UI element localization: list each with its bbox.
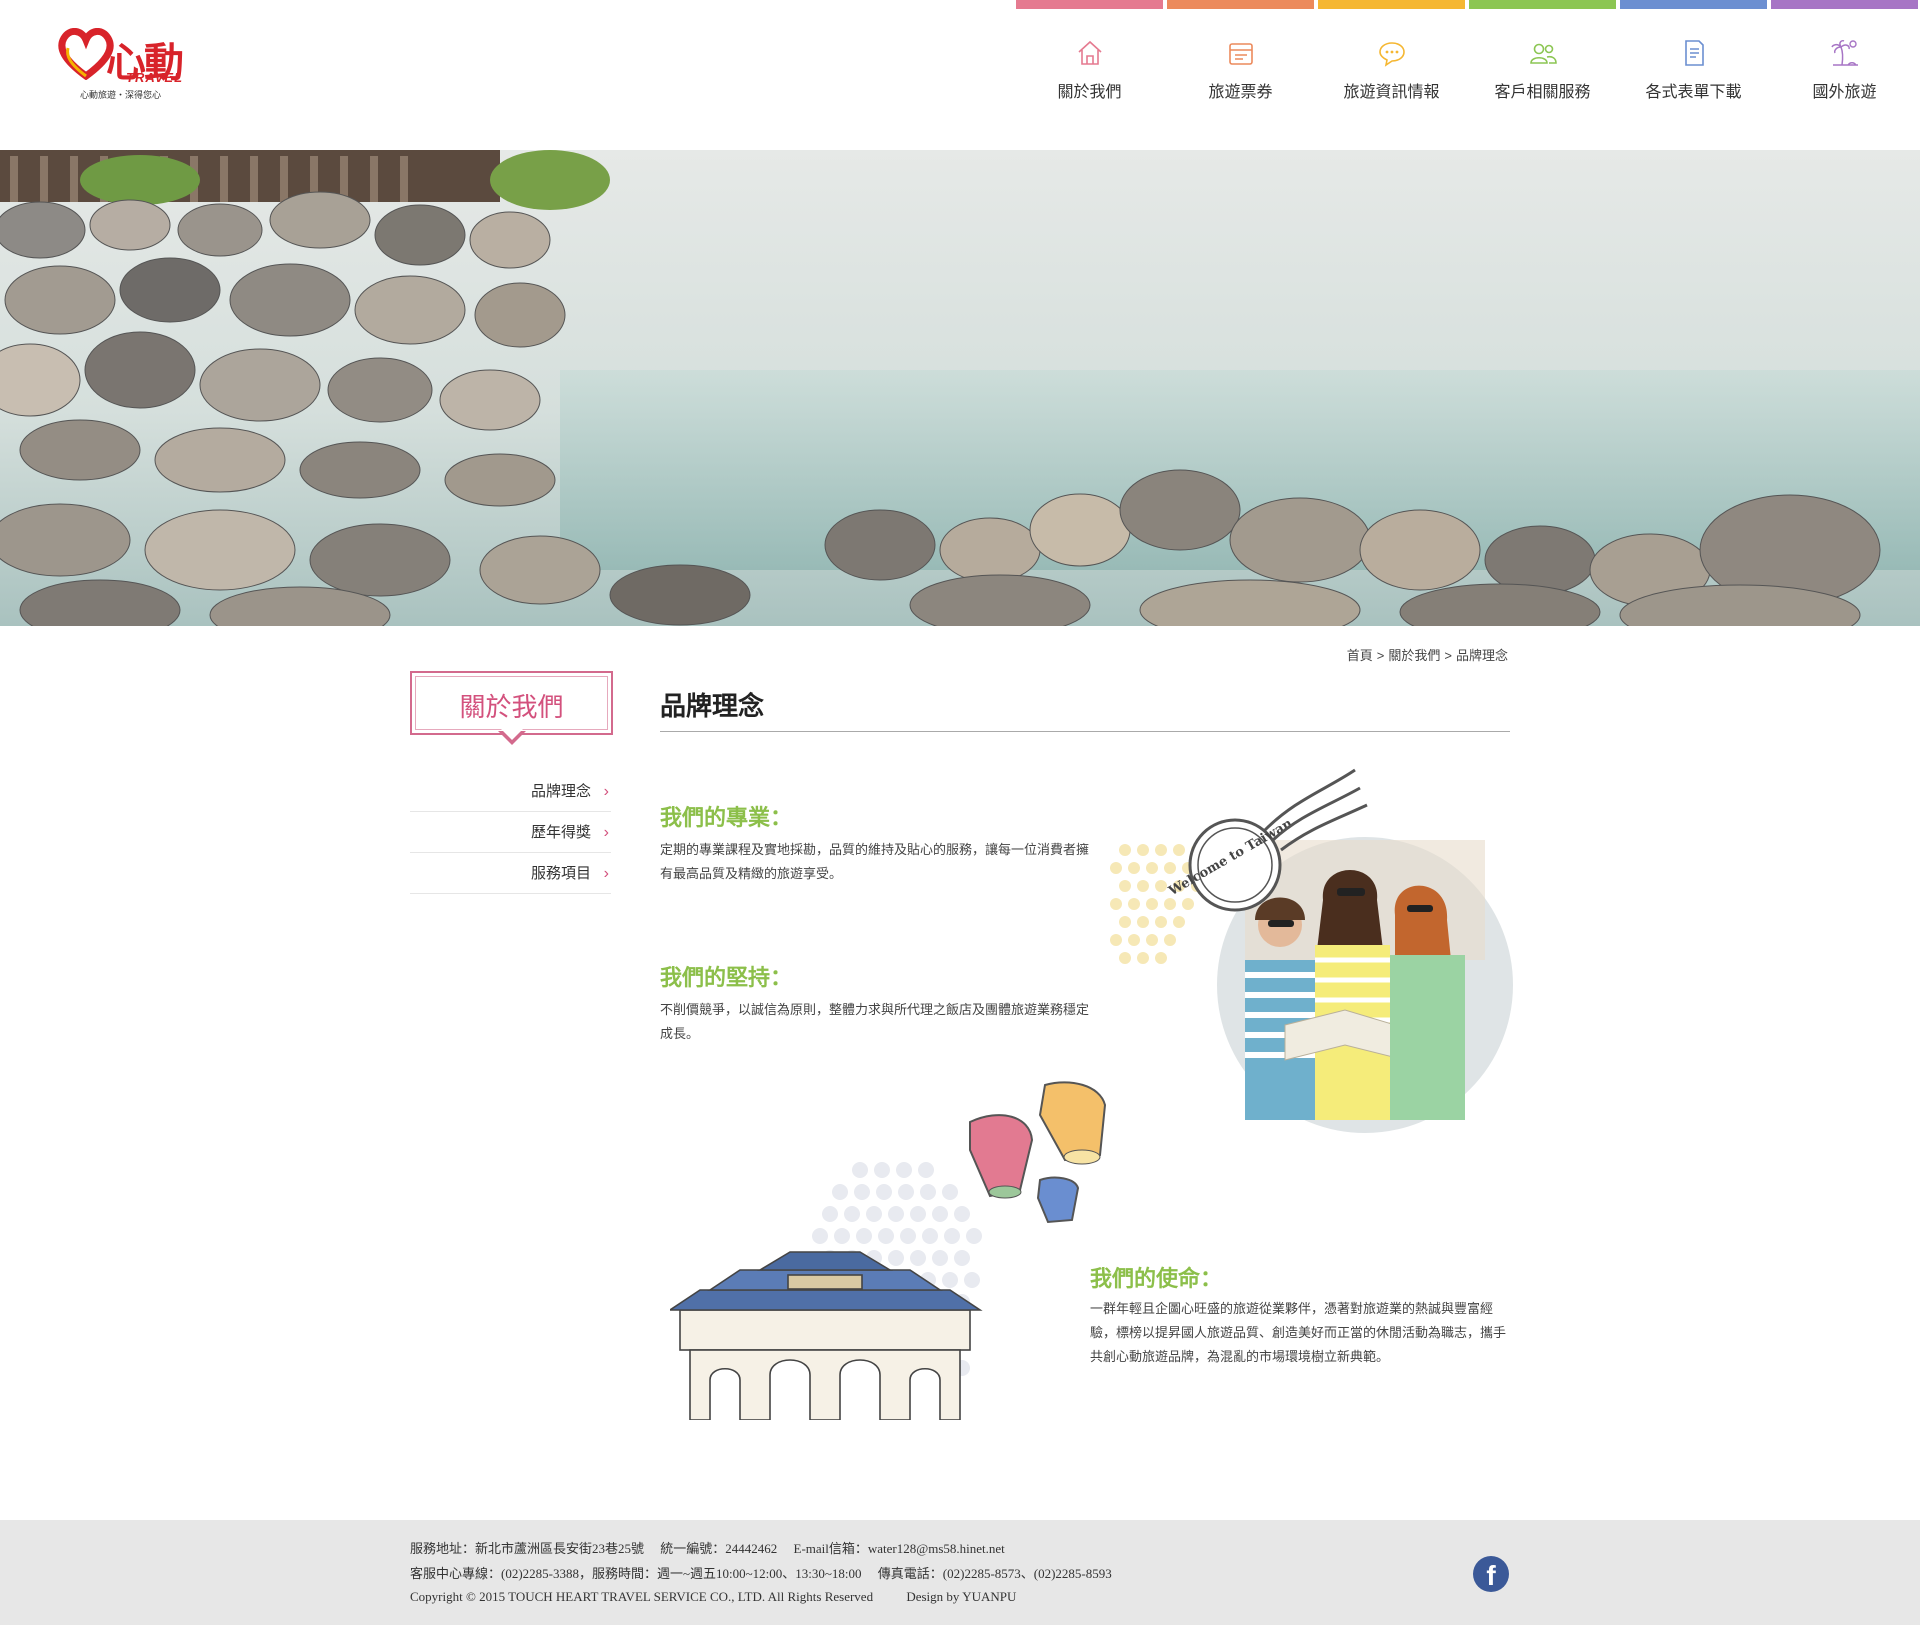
footer-copyright: Copyright © 2015 TOUCH HEART TRAVEL SERV… <box>410 1589 1016 1605</box>
sidebar-menu: 品牌理念 › 歷年得獎 › 服務項目 › <box>410 771 611 894</box>
logo-slogan: 心動旅遊・深得您心 <box>80 90 162 100</box>
nav-color-bar <box>1771 0 1918 9</box>
title-divider <box>660 731 1510 732</box>
main-nav: 關於我們 旅遊票券 旅遊資訊情報 客戶相關服務 各式表單下載 國外旅遊 <box>1014 0 1920 110</box>
section-body-expertise: 定期的專業課程及實地採勘，品質的維持及貼心的服務，讓每一位消費者擁有最高品質及精… <box>660 842 1090 881</box>
nav-label: 各式表單下載 <box>1645 84 1742 101</box>
nav-item-tickets[interactable]: 旅遊票券 <box>1165 0 1316 110</box>
breadcrumb-current: 品牌理念 <box>1455 648 1508 663</box>
breadcrumb-parent-link[interactable]: 關於我們 <box>1388 648 1440 663</box>
sidebar-title-pointer <box>498 729 526 745</box>
nav-color-bar <box>1016 0 1163 9</box>
chat-bubble-icon <box>1378 42 1405 67</box>
nav-color-bar <box>1620 0 1767 9</box>
nav-item-forms[interactable]: 各式表單下載 <box>1618 0 1769 110</box>
sidebar-title: 關於我們 <box>459 693 564 723</box>
breadcrumb-home-link[interactable]: 首頁 <box>1347 648 1373 663</box>
nav-item-travel-info[interactable]: 旅遊資訊情報 <box>1316 0 1467 110</box>
nav-item-customer-service[interactable]: 客戶相關服務 <box>1467 0 1618 110</box>
hero-banner <box>0 150 1920 626</box>
nav-item-overseas[interactable]: 國外旅遊 <box>1769 0 1920 110</box>
nav-label: 關於我們 <box>1057 84 1122 101</box>
hot-spring-banner-image <box>0 150 1920 626</box>
tourists-photo-illustration: Welcome to Taiwan <box>1110 768 1515 1137</box>
design-credit[interactable]: Design by YUANPU <box>906 1589 1016 1604</box>
logo-travel-text: TRAVEL <box>126 70 184 85</box>
sidebar-item-brand-philosophy[interactable]: 品牌理念 › <box>410 771 611 812</box>
nav-color-bar <box>1167 0 1314 9</box>
taiwan-gate-lanterns-illustration <box>670 1081 1107 1420</box>
breadcrumb-separator: > <box>1376 648 1385 663</box>
chevron-right-icon: › <box>603 783 609 800</box>
nav-color-bar <box>1318 0 1465 9</box>
breadcrumb-separator: > <box>1444 648 1452 663</box>
sidebar-item-awards[interactable]: 歷年得獎 › <box>410 812 611 853</box>
sidebar-item-label: 品牌理念 <box>530 783 591 800</box>
section-body-mission: 一群年輕且企圖心旺盛的旅遊從業夥伴，憑著對旅遊業的熱誠與豐富經驗，標榜以提昇國人… <box>1090 1301 1507 1364</box>
people-icon <box>1529 43 1557 64</box>
sidebar-title-box: 關於我們 <box>410 671 613 745</box>
sidebar-item-services[interactable]: 服務項目 › <box>410 853 611 894</box>
nav-color-bar <box>1469 0 1616 9</box>
page-title: 品牌理念 <box>660 692 765 722</box>
breadcrumb: 首頁 > 關於我們 > 品牌理念 <box>1345 645 1510 664</box>
ticket-icon <box>1228 43 1253 65</box>
nav-label: 旅遊資訊情報 <box>1343 84 1440 101</box>
section-heading-expertise: 我們的專業： <box>660 805 793 831</box>
nav-label: 國外旅遊 <box>1812 84 1877 101</box>
nav-label: 旅遊票券 <box>1208 84 1273 101</box>
facebook-icon[interactable]: f <box>1473 1556 1509 1592</box>
nav-label: 客戶相關服務 <box>1494 84 1591 101</box>
site-header: 心動 TRAVEL 心動旅遊・深得您心 關於我們 旅遊票券 旅遊資訊情報 客戶相… <box>0 0 1920 150</box>
sidebar-item-label: 歷年得獎 <box>530 824 591 841</box>
site-logo[interactable]: 心動 TRAVEL 心動旅遊・深得您心 <box>56 26 196 102</box>
nav-item-about[interactable]: 關於我們 <box>1014 0 1165 110</box>
footer-contact: 客服中心專線：(02)2285-3388，服務時間：週一~週五10:00~12:… <box>410 1566 1112 1581</box>
footer-address: 服務地址：新北市蘆洲區長安街23巷25號 統一編號：24442462 E-mai… <box>410 1541 1005 1556</box>
copyright-text: Copyright © 2015 TOUCH HEART TRAVEL SERV… <box>410 1589 874 1604</box>
section-heading-persistence: 我們的堅持： <box>660 965 793 991</box>
chevron-right-icon: › <box>603 865 609 882</box>
home-icon <box>1077 40 1102 65</box>
palm-tree-icon <box>1830 40 1858 66</box>
section-body-persistence: 不削價競爭，以誠信為原則，整體力求與所代理之飯店及團體旅遊業務穩定成長。 <box>660 1002 1090 1041</box>
document-icon <box>1684 40 1704 66</box>
sidebar-item-label: 服務項目 <box>530 865 591 882</box>
chevron-right-icon: › <box>603 824 609 841</box>
